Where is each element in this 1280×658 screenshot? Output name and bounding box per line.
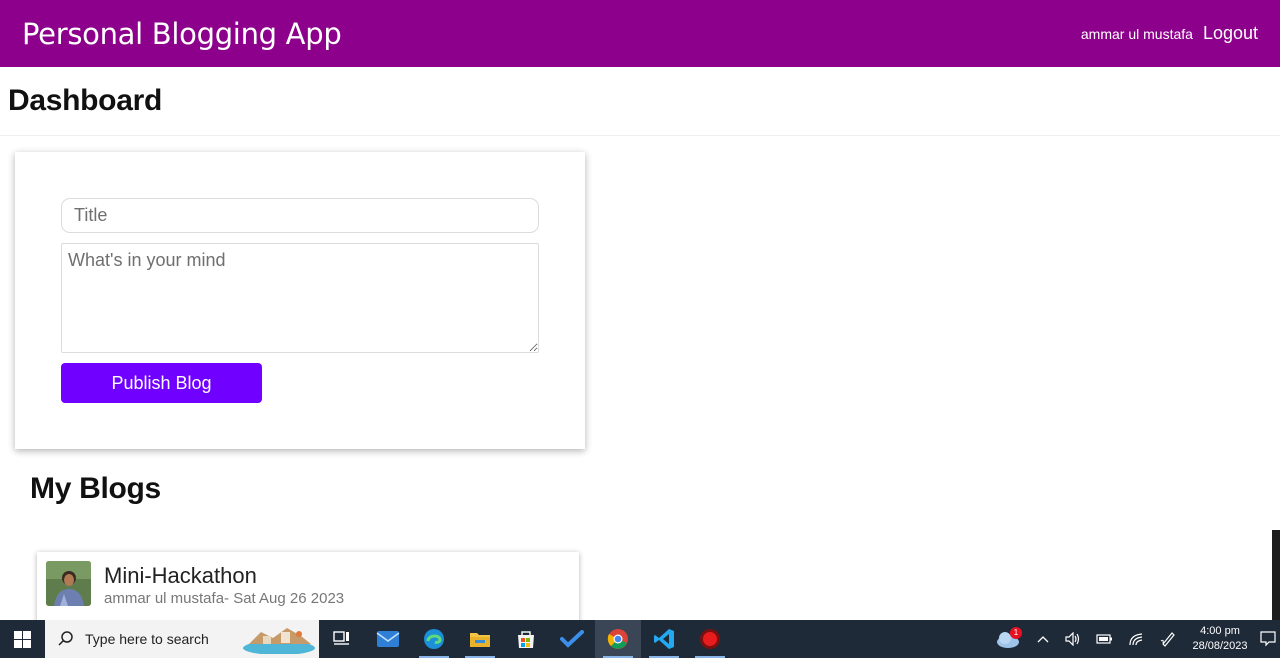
windows-taskbar: Type here to search 1 4:00 pm 28/08/2023 (0, 620, 1280, 658)
page-title: Dashboard (8, 84, 162, 117)
vscode-icon (654, 629, 674, 649)
task-view-icon (333, 631, 349, 645)
task-view-button[interactable] (319, 620, 365, 658)
taskbar-clock[interactable]: 4:00 pm 28/08/2023 (1184, 620, 1256, 658)
current-user-name: ammar ul mustafa (1080, 25, 1193, 42)
recorder-app[interactable] (687, 620, 733, 658)
todo-icon (560, 630, 584, 648)
clock-date: 28/08/2023 (1192, 640, 1248, 652)
notification-icon (1260, 631, 1276, 647)
battery-icon (1096, 634, 1112, 644)
todo-app[interactable] (549, 620, 595, 658)
mail-app[interactable] (365, 620, 411, 658)
chrome-app[interactable] (595, 620, 641, 658)
notification-center[interactable] (1256, 620, 1280, 658)
blog-meta: ammar ul mustafa- Sat Aug 26 2023 (104, 590, 345, 607)
network-status[interactable] (1120, 620, 1152, 658)
author-avatar (46, 561, 91, 606)
logout-link[interactable]: Logout (1203, 23, 1258, 44)
weather-widget[interactable]: 1 (988, 620, 1028, 658)
blog-composer-card: Publish Blog (15, 152, 585, 449)
store-icon (518, 631, 534, 648)
search-placeholder: Type here to search (85, 631, 209, 647)
publish-blog-button[interactable]: Publish Blog (61, 363, 262, 403)
system-tray: 1 4:00 pm 28/08/2023 (988, 620, 1280, 658)
vscode-app[interactable] (641, 620, 687, 658)
navbar-user-area: ammar ul mustafa Logout (1081, 23, 1258, 44)
blog-title-input[interactable] (61, 198, 539, 233)
pen-workspace[interactable] (1152, 620, 1184, 658)
store-app[interactable] (503, 620, 549, 658)
start-button[interactable] (0, 620, 45, 658)
chevron-up-icon (1037, 636, 1049, 643)
file-explorer-app[interactable] (457, 620, 503, 658)
show-hidden-icons[interactable] (1028, 620, 1058, 658)
battery-status[interactable] (1088, 620, 1120, 658)
search-highlight-icon (243, 628, 315, 654)
speaker-icon (1065, 632, 1080, 646)
chrome-icon (607, 629, 628, 649)
edge-icon (424, 629, 444, 649)
windows-logo-icon (14, 630, 31, 648)
weather-badge: 1 (1010, 627, 1022, 639)
blog-title[interactable]: Mini-Hackathon (104, 563, 257, 589)
edge-app[interactable] (411, 620, 457, 658)
clock-time: 4:00 pm (1200, 625, 1240, 637)
blog-body-textarea[interactable] (61, 243, 539, 353)
pen-icon (1160, 632, 1175, 647)
page-header: Dashboard (0, 67, 1280, 136)
file-explorer-icon (470, 633, 490, 647)
top-navbar: Personal Blogging App ammar ul mustafa L… (0, 0, 1280, 67)
my-blogs-heading: My Blogs (30, 472, 161, 505)
record-icon (700, 629, 720, 649)
wifi-icon (1129, 633, 1143, 646)
volume-control[interactable] (1058, 620, 1088, 658)
search-icon (58, 631, 73, 646)
side-overlay-strip (1272, 530, 1280, 620)
app-brand[interactable]: Personal Blogging App (22, 17, 342, 51)
mail-icon (376, 631, 400, 647)
taskbar-search-box[interactable]: Type here to search (45, 620, 319, 658)
